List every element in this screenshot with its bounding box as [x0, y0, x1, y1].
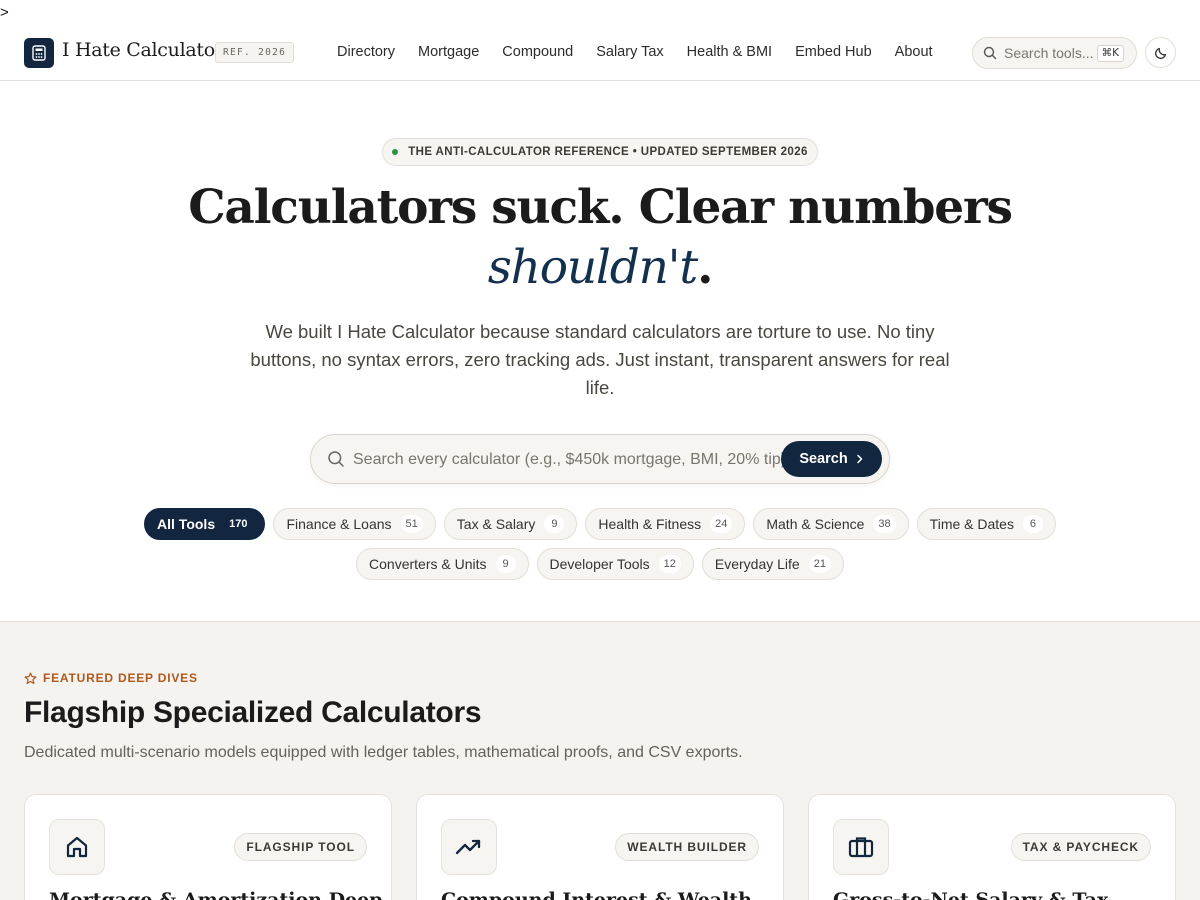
card-mortgage[interactable]: FLAGSHIP TOOL Mortgage & Amortization De… — [24, 794, 392, 900]
chip-count: 21 — [808, 555, 831, 573]
card-title: Compound Interest & Wealth — [441, 889, 752, 900]
site-header: I Hate Calculator REF. 2026 Directory Mo… — [0, 22, 1200, 81]
chip-count: 9 — [495, 555, 516, 573]
chevron-right-icon — [856, 454, 862, 464]
hero-title-line1: Calculators suck. Clear numbers — [188, 180, 1013, 235]
chip-label: Math & Science — [766, 516, 865, 532]
hero-title-period: . — [697, 240, 713, 295]
card-title: Mortgage & Amortization Deep — [49, 889, 383, 900]
featured-label: FEATURED DEEP DIVES — [24, 671, 198, 685]
nav-about[interactable]: About — [895, 44, 933, 60]
chip-everyday-life[interactable]: Everyday Life 21 — [701, 548, 844, 580]
nav-health-bmi[interactable]: Health & BMI — [687, 44, 772, 60]
chip-label: Time & Dates — [929, 516, 1014, 532]
house-icon — [49, 819, 105, 875]
chip-tax-salary[interactable]: Tax & Salary 9 — [443, 508, 578, 540]
search-icon — [983, 46, 997, 60]
chip-count: 24 — [710, 515, 733, 533]
moon-icon — [1154, 47, 1166, 59]
chip-count: 38 — [873, 515, 896, 533]
card-salary-tax[interactable]: TAX & PAYCHECK Gross-to-Net Salary & Tax — [808, 794, 1176, 900]
featured-label-text: FEATURED DEEP DIVES — [43, 671, 198, 685]
hero-pill-text: THE ANTI-CALCULATOR REFERENCE • UPDATED … — [408, 146, 808, 158]
calculator-icon[interactable] — [24, 38, 54, 68]
status-dot — [392, 149, 399, 155]
main-search-input[interactable] — [353, 447, 783, 473]
chip-count: 170 — [224, 515, 253, 533]
featured-title: Flagship Specialized Calculators — [24, 696, 482, 729]
search-button[interactable]: Search — [781, 441, 882, 477]
chip-count: 12 — [658, 555, 681, 573]
theme-toggle-button[interactable] — [1145, 37, 1176, 68]
star-icon — [24, 672, 37, 684]
chip-label: Finance & Loans — [286, 516, 392, 532]
featured-subtitle: Dedicated multi-scenario models equipped… — [24, 744, 743, 761]
header-search[interactable]: Search tools... ⌘K — [972, 37, 1137, 69]
nav-mortgage[interactable]: Mortgage — [418, 44, 479, 60]
brand-name[interactable]: I Hate Calculator — [62, 39, 224, 61]
chip-label: Everyday Life — [714, 556, 800, 572]
card-tag: WEALTH BUILDER — [615, 833, 759, 861]
nav-compound[interactable]: Compound — [502, 44, 573, 60]
trending-up-icon — [441, 819, 497, 875]
hero-title: Calculators suck. Clear numbers shouldn'… — [0, 178, 1200, 298]
category-filter-chips: All Tools 170 Finance & Loans 51 Tax & Sal… — [60, 508, 1140, 580]
ref-badge: REF. 2026 — [215, 42, 295, 63]
search-button-label: Search — [799, 451, 848, 467]
stray-character: > — [0, 4, 9, 21]
card-tag: FLAGSHIP TOOL — [234, 833, 367, 861]
main-nav: Directory Mortgage Compound Salary Tax H… — [337, 44, 956, 60]
nav-salary-tax[interactable]: Salary Tax — [596, 44, 663, 60]
nav-directory[interactable]: Directory — [337, 44, 395, 60]
chip-developer-tools[interactable]: Developer Tools 12 — [536, 548, 694, 580]
hero-subtitle: We built I Hate Calculator because stand… — [250, 321, 950, 398]
search-icon — [328, 451, 344, 467]
hero-title-emphasis: shouldn't — [487, 240, 699, 295]
card-title: Gross-to-Net Salary & Tax — [833, 889, 1109, 900]
chip-count: 6 — [1022, 515, 1043, 533]
chip-finance-loans[interactable]: Finance & Loans 51 — [273, 508, 436, 540]
chip-label: All Tools — [157, 516, 216, 532]
card-compound-interest[interactable]: WEALTH BUILDER Compound Interest & Wealt… — [416, 794, 784, 900]
chip-label: Developer Tools — [549, 556, 650, 572]
nav-embed-hub[interactable]: Embed Hub — [795, 44, 872, 60]
chip-time-dates[interactable]: Time & Dates 6 — [916, 508, 1056, 540]
chip-all-tools[interactable]: All Tools 170 — [144, 508, 266, 540]
briefcase-icon — [833, 819, 889, 875]
chip-count: 51 — [400, 515, 423, 533]
search-shortcut-key: ⌘K — [1096, 45, 1124, 62]
header-search-placeholder: Search tools... — [1004, 45, 1094, 61]
chip-math-science[interactable]: Math & Science 38 — [753, 508, 909, 540]
featured-section: FEATURED DEEP DIVES Flagship Specialized… — [0, 621, 1200, 900]
chip-health-fitness[interactable]: Health & Fitness 24 — [585, 508, 746, 540]
chip-converters-units[interactable]: Converters & Units 9 — [356, 548, 529, 580]
hero-announcement-pill: THE ANTI-CALCULATOR REFERENCE • UPDATED … — [382, 138, 818, 166]
chip-count: 9 — [544, 515, 565, 533]
chip-label: Converters & Units — [369, 556, 487, 572]
main-search-bar: Search — [310, 434, 890, 484]
chip-label: Tax & Salary — [456, 516, 536, 532]
card-tag: TAX & PAYCHECK — [1010, 833, 1151, 861]
chip-label: Health & Fitness — [598, 516, 702, 532]
